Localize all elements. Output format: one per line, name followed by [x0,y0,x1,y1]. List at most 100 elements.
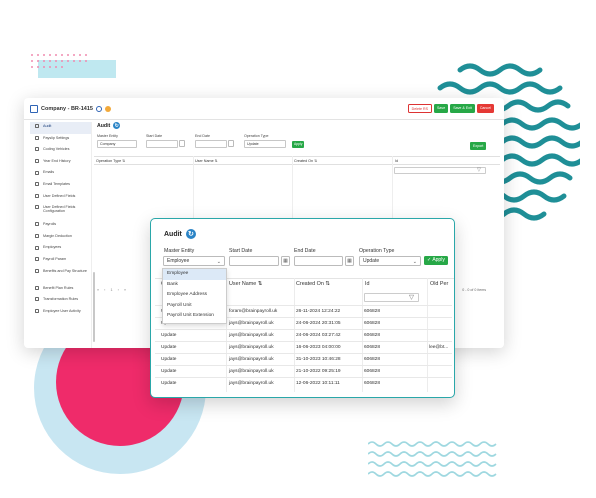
dropdown-option[interactable]: Employee [163,269,226,280]
rules-icon [35,285,39,290]
sidebar-item-label: User Defined Fields [43,193,76,198]
sidebar-item-label: Emails [43,170,55,175]
start-date-input[interactable] [229,256,279,266]
pager-summary: 0 - 0 of 0 items [462,288,486,292]
apply-button[interactable]: Apply [292,141,305,148]
table-row[interactable]: Update jays@brainpayroll.uk 21-10-2022 0… [155,365,452,377]
window-header: Company - BR-1415 Delete RS Save Save & … [24,98,504,120]
cell-operation: Update [161,369,177,374]
sidebar-item-emails[interactable]: Emails [30,168,91,180]
cell-created: 31-10-2023 10:46:28 [296,357,341,362]
employees-icon [35,245,39,250]
sidebar-item-employees[interactable]: Employees [30,243,91,255]
deduction-icon [35,234,39,239]
col-label: Created On [294,158,314,163]
users-icon[interactable] [95,105,102,112]
fields-icon [35,193,39,198]
master-entity-select[interactable]: Company [97,140,137,148]
col-old-value[interactable]: Old Per [430,281,448,287]
master-entity-label: Master Entity [97,134,118,138]
cell-created: 26-11-2024 12:24:22 [296,309,341,314]
master-entity-select[interactable]: Employee ⌄ [163,256,225,266]
operation-type-select[interactable]: Update [244,140,286,148]
sidebar-item-email-templates[interactable]: Email Templates [30,180,91,192]
dropdown-option[interactable]: Employee Address [163,290,226,301]
apply-label: Apply [432,257,445,263]
pager-controls[interactable]: « ‹ 1 › » [97,288,128,292]
delete-button[interactable]: Delete RS [407,104,433,113]
cell-created: 12-06-2022 10:11:11 [296,381,340,386]
sidebar-item-user-defined-fields[interactable]: User Defined Fields [30,192,91,204]
col-operation-type[interactable]: Operation Type ⇅ [96,159,125,163]
config-icon [35,205,39,210]
sidebar-item-payslip-settings[interactable]: Payslip Settings [30,134,91,146]
sidebar-item-margin-deduction[interactable]: Margin Deduction [30,232,91,244]
sidebar-item-label: Year End History [43,158,71,163]
section-title: Audit [97,122,111,129]
end-date-input[interactable] [294,256,343,266]
filter-icon[interactable]: ▽ [477,167,481,173]
sidebar-item-udf-configuration[interactable]: User Defined Fields Configuration [30,203,91,220]
sidebar-item-label: Employee User Activity [43,308,81,313]
col-created-on[interactable]: Created On ⇅ [294,159,317,163]
master-entity-value: Employee [167,258,190,264]
dropdown-option[interactable]: Bank [163,280,226,291]
sidebar-item-payrolls[interactable]: Payrolls [30,220,91,232]
col-user-name[interactable]: User Name ⇅ [195,159,218,163]
audit-icon [35,124,39,129]
sidebar-item-label: Margin Deduction [43,233,72,238]
sidebar-item-benefit-plan-rules[interactable]: Benefit Plan Rules [30,284,91,296]
col-id[interactable]: Id [365,281,370,287]
cell-user: jays@brainpayroll.uk [229,357,274,362]
filter-icon[interactable]: ▽ [409,293,414,301]
refresh-icon[interactable]: ↻ [113,122,121,129]
end-date-input[interactable] [195,140,227,148]
dropdown-option[interactable]: Payroll Unit [163,301,226,312]
cancel-button[interactable]: Cancel [476,104,494,113]
table-row[interactable]: Update jays@brainpayroll.uk 31-10-2023 1… [155,353,452,365]
col-id[interactable]: Id [395,159,398,163]
sidebar-item-audit[interactable]: Audit [30,122,91,134]
chevron-down-icon: ⌄ [412,259,417,265]
table-row[interactable]: Update jays@brainpayroll.uk 24-06-2024 0… [155,329,452,341]
email-icon [35,170,39,175]
history-icon [35,159,39,164]
save-button[interactable]: Save [434,104,449,113]
marketing-stage: Company - BR-1415 Delete RS Save Save & … [0,0,596,498]
cell-user: jays@brainpayroll.uk [229,333,274,338]
cell-operation: Update [161,357,177,362]
calendar-icon[interactable] [179,140,185,147]
operation-type-select[interactable]: Update ⌄ [359,256,421,266]
sidebar-item-label: Payroll Param [43,256,67,261]
start-date-input[interactable] [146,140,178,148]
sidebar-item-benefits-pay-structure[interactable]: Benefits and Pay Structure [30,267,91,284]
sidebar-item-transformation-rules[interactable]: Transformation Rules [30,295,91,307]
sidebar: Audit Payslip Settings Coding Vehicles Y… [30,122,95,348]
export-button[interactable]: Export [470,142,487,150]
master-entity-label: Master Entity [164,248,195,254]
cell-user: jays@brainpayroll.uk [229,369,274,374]
calendar-icon[interactable]: ▦ [281,256,290,266]
window-title: Company - BR-1415 [41,105,93,112]
param-icon [35,257,39,262]
table-header: Operation Type ⇅ User Name ⇅ Created On … [94,156,500,165]
sidebar-item-employee-user-activity[interactable]: Employee User Activity [30,307,91,319]
dropdown-option[interactable]: Payroll Unit Extension [163,311,226,322]
sidebar-item-year-end-history[interactable]: Year End History [30,157,91,169]
table-row[interactable]: Update jays@brainpayroll.uk 12-06-2022 1… [155,377,452,389]
start-date-label: Start Date [146,134,163,138]
sidebar-item-payroll-param[interactable]: Payroll Param [30,255,91,267]
apply-button[interactable]: ✓ Apply [424,256,448,265]
col-user-name[interactable]: User Name ⇅ [229,281,262,287]
table-row[interactable]: Update jays@brainpayroll.uk 16-06-2023 0… [155,341,452,353]
calendar-icon[interactable]: ▦ [345,256,354,266]
currency-icon[interactable] [104,105,111,112]
col-created-on[interactable]: Created On ⇅ [296,281,330,287]
cell-id: 606828 [364,357,381,362]
sidebar-item-coding-vehicles[interactable]: Coding Vehicles [30,145,91,157]
save-exit-button[interactable]: Save & Exit [450,104,475,113]
calendar-icon[interactable] [228,140,234,147]
refresh-icon[interactable]: ↻ [185,229,196,239]
id-filter-input[interactable] [394,167,486,174]
payroll-icon [35,222,39,227]
